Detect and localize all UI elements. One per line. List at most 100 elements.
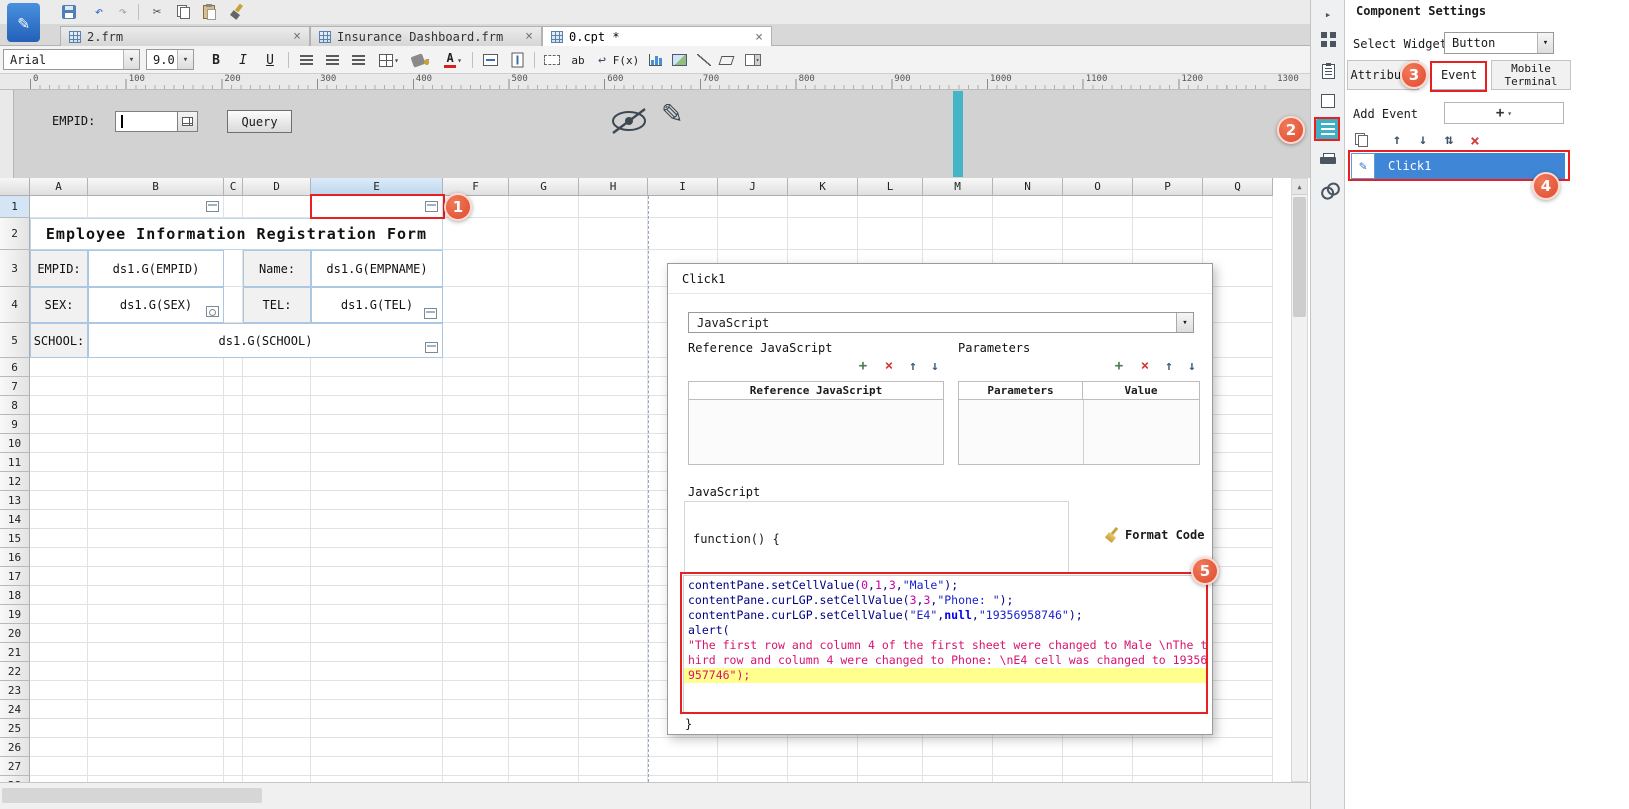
widget-marker-icon[interactable]: [206, 201, 219, 212]
unmerge-cells-button[interactable]: [505, 48, 529, 72]
param-move-down-button[interactable]: ↓: [1183, 357, 1201, 375]
row-header-12[interactable]: 12: [0, 472, 30, 491]
insert-line-button[interactable]: [692, 48, 716, 72]
column-header-D[interactable]: D: [243, 178, 311, 196]
row-header-8[interactable]: 8: [0, 396, 30, 415]
copy-event-button[interactable]: [1351, 130, 1371, 150]
chevron-down-icon[interactable]: ▾: [1537, 33, 1553, 53]
insert-widget-button[interactable]: ▾: [738, 48, 768, 72]
widget-select[interactable]: Button ▾: [1444, 32, 1554, 54]
delete-parameter-button[interactable]: ×: [1136, 357, 1154, 375]
row-header-20[interactable]: 20: [0, 624, 30, 643]
column-header-H[interactable]: H: [579, 178, 648, 196]
horizontal-scrollbar[interactable]: [0, 782, 1310, 809]
row-header-27[interactable]: 27: [0, 757, 30, 776]
close-icon[interactable]: ×: [525, 30, 533, 43]
column-header-G[interactable]: G: [509, 178, 579, 196]
add-event-button[interactable]: + ▾: [1444, 102, 1564, 124]
scrollbar-thumb[interactable]: [2, 788, 262, 803]
tab-insurance-dashboard[interactable]: Insurance Dashboard.frm ×: [310, 26, 542, 46]
align-right-button[interactable]: [346, 48, 370, 72]
underline-button[interactable]: U: [258, 48, 282, 72]
tab-2frm[interactable]: 2.frm ×: [60, 26, 310, 46]
event-move-down-button[interactable]: ↓: [1413, 130, 1433, 150]
row-header-19[interactable]: 19: [0, 605, 30, 624]
column-header-J[interactable]: J: [718, 178, 788, 196]
collapse-panel-icon[interactable]: ▸: [1319, 5, 1337, 23]
column-header-I[interactable]: I: [648, 178, 718, 196]
row-header-5[interactable]: 5: [0, 323, 30, 358]
redo-button[interactable]: ↷: [112, 3, 134, 21]
row-header-25[interactable]: 25: [0, 719, 30, 738]
widget-marker-icon[interactable]: [424, 308, 437, 319]
empid-input[interactable]: [115, 111, 178, 132]
chevron-down-icon[interactable]: ▾: [123, 50, 139, 69]
undo-button[interactable]: ↶: [88, 3, 110, 21]
border-button[interactable]: ▾: [374, 48, 404, 72]
report-label-tel[interactable]: TEL:: [243, 287, 311, 323]
format-code-button[interactable]: Format Code: [1105, 527, 1204, 542]
row-header-24[interactable]: 24: [0, 700, 30, 719]
report-value-empid[interactable]: ds1.G(EMPID): [88, 250, 224, 287]
fill-color-button[interactable]: ▾: [406, 48, 436, 72]
insert-shape-button[interactable]: [714, 48, 738, 72]
tab-event[interactable]: Event: [1431, 61, 1487, 90]
text-field-button[interactable]: [540, 48, 564, 72]
delete-reference-button[interactable]: ×: [880, 357, 898, 375]
add-parameter-button[interactable]: +: [1110, 357, 1128, 375]
column-header-B[interactable]: B: [88, 178, 224, 196]
component-library-icon[interactable]: [1319, 30, 1337, 48]
column-header-K[interactable]: K: [788, 178, 858, 196]
pane-resize-handle[interactable]: [953, 91, 963, 177]
column-header-P[interactable]: P: [1133, 178, 1203, 196]
row-header-10[interactable]: 10: [0, 434, 30, 453]
widget-marker-icon[interactable]: [425, 201, 438, 212]
column-header-A[interactable]: A: [30, 178, 88, 196]
font-family-select[interactable]: Arial ▾: [3, 49, 140, 70]
column-header-M[interactable]: M: [923, 178, 993, 196]
row-header-2[interactable]: 2: [0, 218, 30, 250]
event-move-up-button[interactable]: ↑: [1387, 130, 1407, 150]
column-header-E[interactable]: E: [311, 178, 443, 196]
empid-dropdown-button[interactable]: [177, 111, 198, 132]
print-preview-icon[interactable]: [1319, 150, 1337, 168]
wrap-text-button[interactable]: ↩: [590, 48, 614, 72]
paste-button[interactable]: [198, 3, 220, 21]
hide-preview-icon[interactable]: [608, 106, 650, 139]
report-label-empid[interactable]: EMPID:: [30, 250, 88, 287]
report-title-cell[interactable]: Employee Information Registration Form: [30, 218, 443, 250]
parameters-table[interactable]: Parameters Value: [958, 381, 1200, 465]
widget-settings-icon[interactable]: [1316, 118, 1340, 140]
scrollbar-thumb[interactable]: [1293, 197, 1306, 317]
close-icon[interactable]: ×: [293, 30, 301, 43]
font-color-button[interactable]: A ▾: [438, 48, 468, 72]
row-header-1[interactable]: 1: [0, 196, 30, 218]
row-header-14[interactable]: 14: [0, 510, 30, 529]
insert-image-button[interactable]: [667, 48, 691, 72]
scroll-up-icon[interactable]: ▲: [1292, 179, 1307, 195]
row-header-3[interactable]: 3: [0, 250, 30, 287]
app-logo-icon[interactable]: ✎: [7, 3, 40, 42]
chevron-down-icon[interactable]: ▾: [177, 50, 193, 69]
column-header-C[interactable]: C: [224, 178, 243, 196]
tab-0cpt[interactable]: 0.cpt * ×: [542, 26, 772, 47]
format-painter-button[interactable]: [226, 3, 248, 21]
copy-button[interactable]: [172, 3, 194, 21]
edit-pencil-icon[interactable]: ✎: [662, 92, 682, 131]
widget-marker-icon[interactable]: [425, 342, 438, 353]
javascript-code-editor[interactable]: contentPane.setCellValue(0,1,3,"Male"); c…: [683, 575, 1207, 714]
row-header-6[interactable]: 6: [0, 358, 30, 377]
event-sort-button[interactable]: ⇅: [1439, 130, 1459, 150]
column-header-N[interactable]: N: [993, 178, 1063, 196]
bold-button[interactable]: B: [204, 48, 228, 72]
tab-mobile-terminal[interactable]: Mobile Terminal: [1491, 60, 1571, 90]
save-button[interactable]: [58, 3, 80, 21]
row-header-18[interactable]: 18: [0, 586, 30, 605]
vertical-scrollbar[interactable]: ▲: [1291, 178, 1308, 782]
row-header-15[interactable]: 15: [0, 529, 30, 548]
close-icon[interactable]: ×: [755, 31, 763, 44]
formula-button[interactable]: F(x): [612, 48, 640, 72]
font-size-select[interactable]: 9.0 ▾: [146, 49, 194, 70]
chevron-down-icon[interactable]: ▾: [1176, 313, 1193, 332]
row-header-22[interactable]: 22: [0, 662, 30, 681]
